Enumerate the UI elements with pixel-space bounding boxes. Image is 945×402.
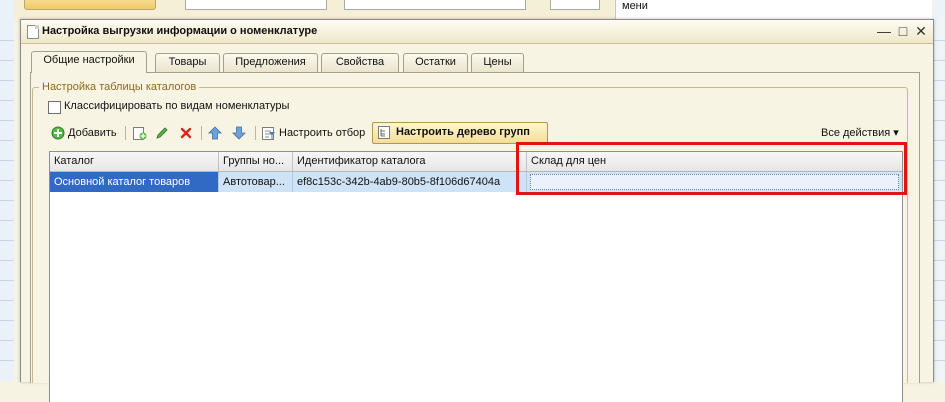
- classify-checkbox[interactable]: [48, 101, 61, 114]
- column-header-catalog-id[interactable]: Идентификатор каталога: [293, 152, 527, 171]
- background-field[interactable]: [550, 0, 600, 10]
- tab-properties[interactable]: Свойства: [321, 53, 399, 72]
- dialog-titlebar[interactable]: Настройка выгрузки информации о номенкла…: [21, 20, 933, 44]
- tab-general-settings[interactable]: Общие настройки: [31, 51, 147, 73]
- cell-groups[interactable]: Автотовар...: [219, 172, 293, 192]
- background-field[interactable]: [344, 0, 526, 10]
- edit-icon: [156, 127, 168, 139]
- cell-price-warehouse[interactable]: [527, 172, 902, 192]
- background-field[interactable]: [185, 0, 327, 10]
- move-up-button[interactable]: [208, 123, 224, 143]
- tab-prices[interactable]: Цены: [471, 53, 524, 72]
- copy-icon: [133, 127, 147, 140]
- background-panel-label: мени: [622, 0, 648, 12]
- toolbar-separator: [201, 126, 202, 140]
- settings-dialog: Настройка выгрузки информации о номенкла…: [20, 19, 934, 402]
- filter-settings-label: Настроить отбор: [279, 127, 366, 139]
- copy-button[interactable]: [132, 123, 148, 143]
- toolbar-separator: [125, 126, 126, 140]
- dialog-title: Настройка выгрузки информации о номенкла…: [42, 25, 318, 37]
- cell-catalog-id[interactable]: ef8c153c-342b-4ab9-80b5-8f106d67404a: [293, 172, 527, 192]
- column-header-catalog[interactable]: Каталог: [50, 152, 219, 171]
- add-icon: [51, 126, 65, 140]
- maximize-button[interactable]: □: [894, 22, 912, 40]
- document-icon: [27, 25, 39, 39]
- cell-catalog[interactable]: Основной каталог товаров: [50, 172, 219, 192]
- group-tree-settings-label: Настроить дерево групп: [396, 126, 530, 138]
- move-up-icon: [208, 126, 222, 140]
- price-warehouse-input[interactable]: [530, 174, 899, 190]
- delete-icon: [180, 127, 192, 139]
- close-button[interactable]: ✕: [912, 22, 930, 40]
- all-actions-menu[interactable]: Все действия ▾: [821, 126, 899, 139]
- column-header-groups[interactable]: Группы но...: [219, 152, 293, 171]
- classify-checkbox-label[interactable]: Классифицировать по видам номенклатуры: [64, 100, 289, 112]
- table-header: Каталог Группы но... Идентификатор катал…: [50, 152, 902, 172]
- add-button[interactable]: Добавить: [51, 123, 121, 143]
- group-tree-settings-button[interactable]: Настроить дерево групп: [372, 122, 548, 144]
- catalog-table: Каталог Группы но... Идентификатор катал…: [49, 151, 903, 402]
- table-row[interactable]: Основной каталог товаров Автотовар... ef…: [50, 172, 902, 192]
- minimize-button[interactable]: —: [875, 22, 893, 40]
- add-button-label: Добавить: [68, 127, 117, 139]
- move-down-icon: [232, 126, 246, 140]
- edit-button[interactable]: [155, 123, 171, 143]
- delete-button[interactable]: [179, 123, 195, 143]
- tree-icon: [378, 126, 390, 139]
- group-title: Настройка таблицы каталогов: [39, 81, 200, 93]
- filter-icon: [262, 127, 275, 140]
- background-button[interactable]: [24, 0, 156, 10]
- column-header-price-warehouse[interactable]: Склад для цен: [527, 152, 902, 171]
- filter-settings-button[interactable]: Настроить отбор: [261, 123, 369, 143]
- move-down-button[interactable]: [232, 123, 248, 143]
- background-left-list: [0, 0, 14, 381]
- tab-offers[interactable]: Предложения: [223, 53, 318, 72]
- toolbar-separator: [255, 126, 256, 140]
- tab-goods[interactable]: Товары: [155, 53, 220, 72]
- tab-stock[interactable]: Остатки: [403, 53, 468, 72]
